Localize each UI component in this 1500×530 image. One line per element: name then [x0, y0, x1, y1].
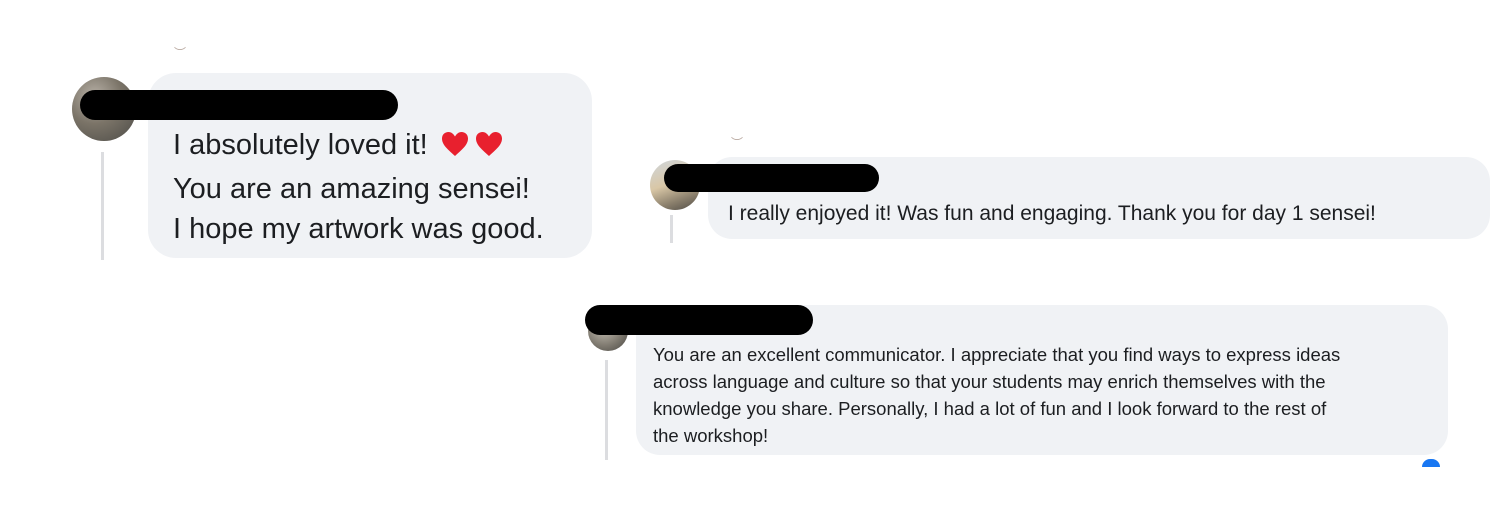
reaction-mark: ︶ — [731, 136, 744, 150]
thread-line — [605, 360, 608, 460]
thread-line — [670, 215, 673, 243]
comment-text: I absolutely loved it! You are an amazin… — [173, 125, 544, 249]
comment-line: You are an excellent communicator. I app… — [653, 344, 1341, 365]
comment-line: across language and culture so that your… — [653, 371, 1326, 392]
comment-line: I hope my artwork was good. — [173, 213, 544, 245]
redacted-author-name — [664, 164, 879, 192]
heart-icon — [474, 129, 504, 169]
redacted-author-name — [80, 90, 398, 120]
comment-line: the workshop! — [653, 425, 769, 446]
comment-text: I really enjoyed it! Was fun and engagin… — [728, 202, 1376, 225]
comment-line: knowledge you share. Personally, I had a… — [653, 398, 1327, 419]
heart-icon — [440, 129, 470, 169]
comment-line: You are an amazing sensei! — [173, 173, 530, 205]
comment-line-text: I absolutely loved it! — [173, 129, 428, 161]
redacted-author-name — [585, 305, 813, 335]
reaction-badge[interactable] — [1422, 459, 1440, 467]
comment-line: I absolutely loved it! — [173, 125, 544, 169]
comment-text: You are an excellent communicator. I app… — [653, 341, 1340, 449]
thread-line — [101, 152, 104, 260]
reaction-mark: ︶ — [174, 46, 187, 60]
comments-collage: ︶ I absolutely loved it! You are an amaz… — [0, 0, 1500, 530]
